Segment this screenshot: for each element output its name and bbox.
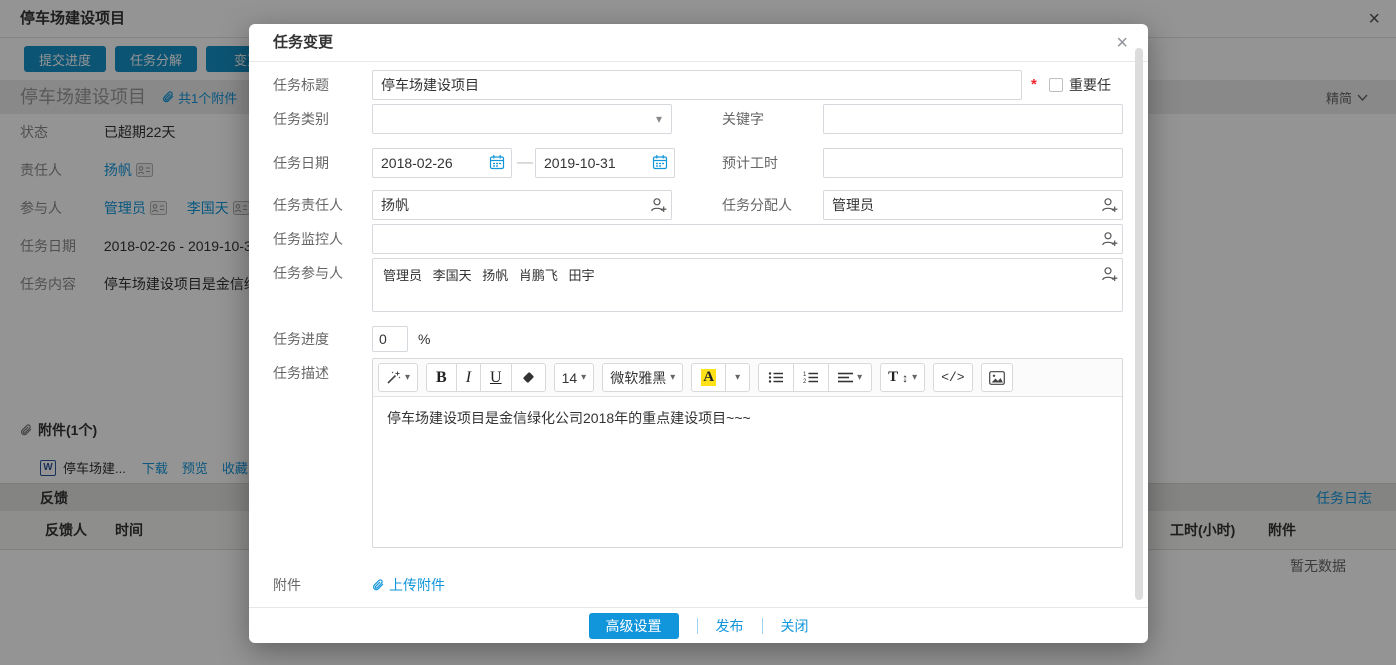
bold-button[interactable]: B — [427, 364, 456, 391]
list-align-group: 12 ▾ — [758, 363, 872, 392]
italic-button[interactable]: I — [456, 364, 480, 391]
text-style-group: B I U — [426, 363, 546, 392]
editor-toolbar: ▾ B I U 14 ▾ 微软雅黑 ▾ — [373, 359, 1122, 397]
font-color-caret[interactable]: ▾ — [725, 364, 749, 391]
underline-button[interactable]: U — [480, 364, 511, 391]
dialog-header: 任务变更 × — [249, 24, 1148, 62]
font-size-select[interactable]: 14 ▾ — [554, 363, 595, 392]
important-task-checkbox[interactable] — [1049, 78, 1063, 92]
screen: 停车场建设项目 × 提交进度 任务分解 变更 停车场建设项目 共1个附件 精简 … — [0, 0, 1396, 665]
numbered-list-button[interactable]: 12 — [793, 364, 828, 391]
upload-attachment-link[interactable]: 上传附件 — [372, 570, 445, 600]
font-color-group: A ▾ — [691, 363, 750, 392]
row-owner-assigner: 任务责任人 任务分配人 — [273, 190, 1124, 220]
percent-unit: % — [418, 326, 430, 352]
insert-image-button[interactable] — [981, 363, 1013, 392]
task-title-input[interactable] — [372, 70, 1022, 100]
estimated-hours-input[interactable] — [823, 148, 1123, 178]
row-dates-hours: 任务日期 — 预计工时 — [273, 148, 1124, 178]
row-monitor: 任务监控人 — [273, 224, 1124, 254]
keyword-input[interactable] — [823, 104, 1123, 134]
eraser-button[interactable] — [511, 364, 545, 391]
row-progress: 任务进度 % — [273, 326, 1124, 352]
caret-down-icon: ▾ — [656, 105, 662, 133]
paperclip-icon — [372, 578, 385, 593]
description-content[interactable]: 停车场建设项目是金信绿化公司2018年的重点建设项目~~~ — [373, 397, 1122, 547]
dialog-footer: 高级设置 发布 关闭 — [249, 607, 1148, 643]
add-person-icon[interactable] — [1100, 230, 1118, 248]
bullet-list-button[interactable] — [759, 364, 793, 391]
publish-button[interactable]: 发布 — [716, 616, 744, 636]
svg-text:2: 2 — [803, 379, 807, 384]
numbered-list-icon: 12 — [803, 371, 819, 384]
assigner-input[interactable] — [823, 190, 1123, 220]
monitor-input[interactable] — [372, 224, 1123, 254]
category-select[interactable]: ▾ — [372, 104, 672, 134]
code-view-button[interactable]: </> — [933, 363, 972, 392]
align-button[interactable]: ▾ — [828, 364, 871, 391]
scrollbar[interactable] — [1135, 48, 1143, 600]
rich-text-editor: ▾ B I U 14 ▾ 微软雅黑 ▾ — [372, 358, 1123, 548]
task-change-dialog: 任务变更 × 任务标题 * 重要任务 任务类别 ▾ 关键字 任务日期 — — [249, 24, 1148, 643]
bullet-list-icon — [768, 371, 784, 384]
row-participants: 任务参与人 管理员 李国天 扬帆 肖鹏飞 田宇 — [273, 258, 1124, 312]
participants-box[interactable]: 管理员 李国天 扬帆 肖鹏飞 田宇 — [372, 258, 1123, 312]
row-description: 任务描述 ▾ B I U 14 ▾ — [273, 358, 1124, 548]
date-range-separator: — — [516, 148, 534, 178]
row-task-title: 任务标题 * 重要任务 — [273, 70, 1124, 100]
close-button[interactable]: 关闭 — [781, 616, 809, 636]
magic-wand-icon — [386, 370, 401, 385]
magic-format-button[interactable]: ▾ — [378, 363, 418, 392]
font-color-button[interactable]: A — [692, 364, 725, 391]
owner-input[interactable] — [372, 190, 672, 220]
footer-divider — [762, 618, 763, 634]
svg-text:1: 1 — [803, 372, 807, 378]
add-person-icon[interactable] — [649, 196, 667, 214]
row-category-keyword: 任务类别 ▾ 关键字 — [273, 104, 1124, 134]
calendar-icon[interactable] — [652, 154, 668, 170]
updown-arrow-icon: ↕ — [902, 371, 908, 385]
row-attachment: 附件 上传附件 — [273, 570, 1124, 600]
eraser-icon — [521, 371, 536, 385]
add-person-icon[interactable] — [1100, 196, 1118, 214]
image-icon — [989, 371, 1005, 385]
add-person-icon[interactable] — [1100, 265, 1118, 283]
line-height-button[interactable]: T↕ ▾ — [880, 363, 925, 392]
advanced-settings-button[interactable]: 高级设置 — [589, 613, 679, 639]
footer-divider — [697, 618, 698, 634]
close-icon[interactable]: × — [1116, 24, 1128, 62]
progress-input[interactable] — [372, 326, 408, 352]
required-mark: * — [1031, 70, 1037, 100]
dialog-title: 任务变更 — [273, 24, 333, 62]
align-icon — [838, 371, 853, 384]
font-family-select[interactable]: 微软雅黑 ▾ — [602, 363, 683, 392]
calendar-icon[interactable] — [489, 154, 505, 170]
